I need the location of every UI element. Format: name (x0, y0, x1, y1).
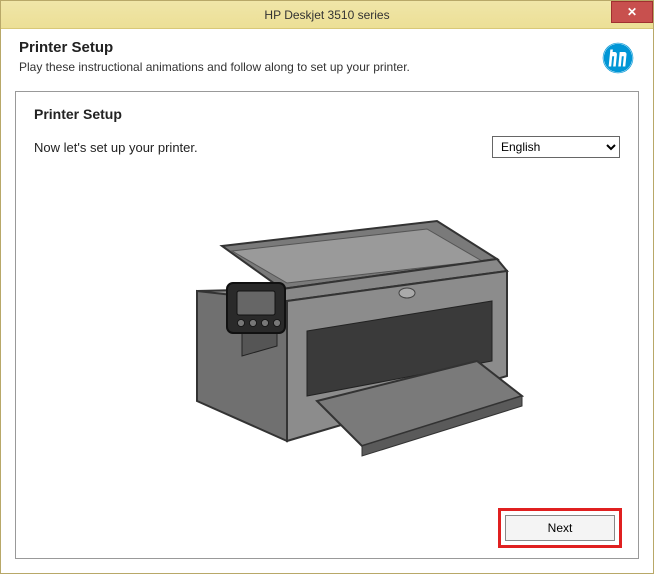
titlebar: HP Deskjet 3510 series ✕ (1, 1, 653, 29)
header-text: Printer Setup Play these instructional a… (19, 39, 601, 74)
content-row: Now let's set up your printer. English (34, 136, 620, 158)
next-highlight: Next (498, 508, 622, 548)
window-title: HP Deskjet 3510 series (264, 8, 389, 22)
header: Printer Setup Play these instructional a… (1, 29, 653, 83)
printer-icon (127, 201, 527, 481)
hp-logo-icon (601, 41, 635, 75)
close-button[interactable]: ✕ (611, 1, 653, 23)
content-title: Printer Setup (34, 106, 620, 122)
next-button[interactable]: Next (505, 515, 615, 541)
close-icon: ✕ (627, 5, 637, 19)
header-title: Printer Setup (19, 39, 601, 56)
content-subtitle: Now let's set up your printer. (34, 140, 198, 155)
installer-window: HP Deskjet 3510 series ✕ Printer Setup P… (0, 0, 654, 574)
printer-illustration (34, 158, 620, 544)
language-select[interactable]: English (492, 136, 620, 158)
header-subtitle: Play these instructional animations and … (19, 60, 601, 74)
content-panel: Printer Setup Now let's set up your prin… (15, 91, 639, 559)
footer: Next (498, 508, 622, 548)
